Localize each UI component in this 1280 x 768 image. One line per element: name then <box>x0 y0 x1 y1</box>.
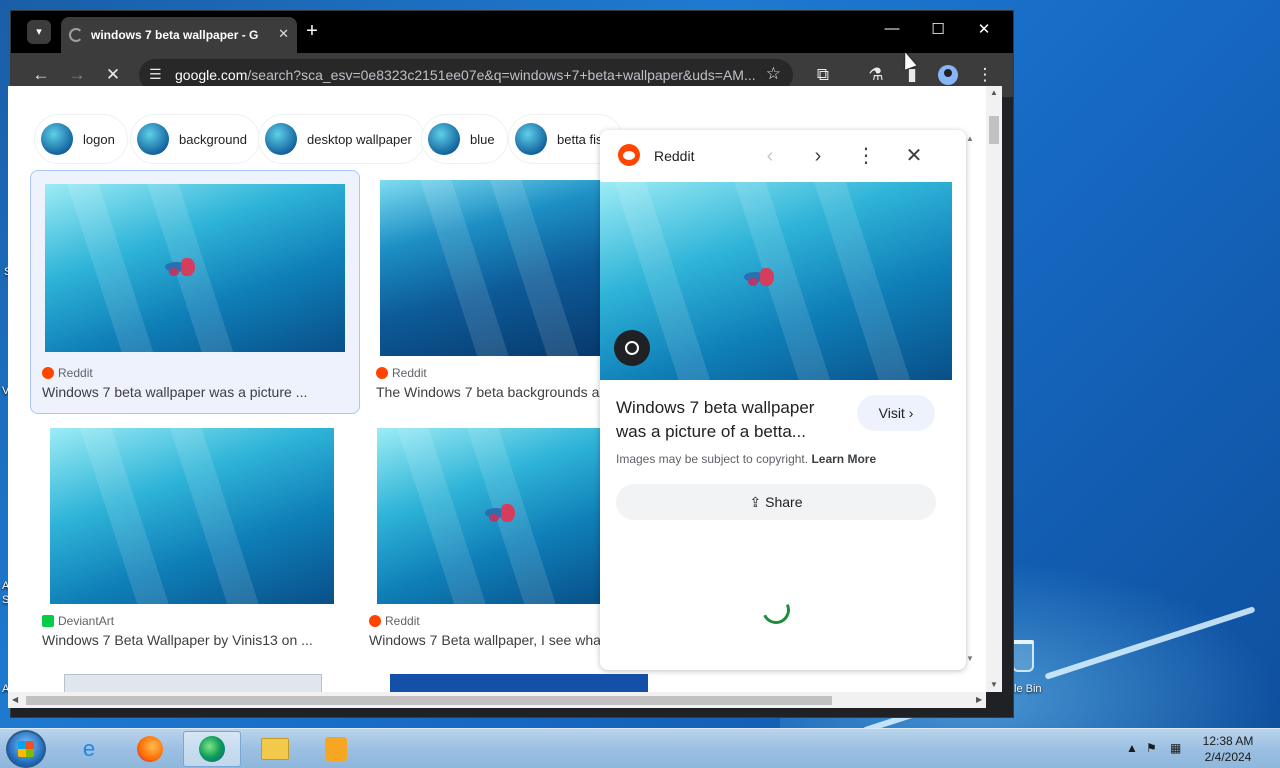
result-caption[interactable]: Windows 7 Beta Wallpaper by Vinis13 on .… <box>42 632 352 648</box>
file-explorer-icon[interactable] <box>246 731 304 767</box>
result-source-name: Reddit <box>58 366 93 380</box>
panel-preview-image[interactable] <box>600 182 952 380</box>
action-center-flag-icon[interactable]: ⚑ <box>1146 741 1157 755</box>
edge-icon[interactable] <box>183 731 241 767</box>
next-image-button[interactable]: › <box>804 142 832 170</box>
result-source-name: Reddit <box>392 366 427 380</box>
result-source-name: Reddit <box>385 614 420 628</box>
clock-time: 12:38 AM <box>1202 734 1254 748</box>
browser-tab[interactable]: windows 7 beta wallpaper - Go ✕ <box>61 17 297 53</box>
minimize-button[interactable]: — <box>877 20 907 37</box>
stop-loading-button[interactable]: ✕ <box>103 65 123 85</box>
windows-logo-icon <box>18 741 34 757</box>
tab-title: windows 7 beta wallpaper - Go <box>91 28 259 42</box>
result-source-name: DeviantArt <box>58 614 115 628</box>
reddit-logo-icon <box>376 367 388 379</box>
title-bar: ▾ windows 7 beta wallpaper - Go ✕ + — ☐ … <box>11 11 1013 53</box>
network-icon[interactable]: ▦ <box>1170 741 1181 755</box>
result-image[interactable] <box>380 180 602 356</box>
url-text[interactable]: google.com/search?sca_esv=0e8323c2151ee0… <box>175 67 763 83</box>
copyright-notice: Images may be subject to copyright. Lear… <box>616 452 876 466</box>
result-image-partial[interactable] <box>64 674 322 692</box>
scrollbar-thumb[interactable] <box>989 116 999 144</box>
page-vertical-scrollbar[interactable]: ▲ ▼ <box>986 86 1002 692</box>
chip-label: blue <box>470 131 495 147</box>
chip-thumbnail <box>515 123 547 155</box>
deviantart-logo-icon <box>42 615 54 627</box>
url-host: google.com <box>175 67 248 83</box>
forward-button[interactable]: → <box>67 65 87 85</box>
result-image[interactable] <box>377 428 603 604</box>
result-source[interactable]: Reddit <box>376 366 427 380</box>
betta-fish-graphic <box>157 256 197 278</box>
result-caption[interactable]: Windows 7 Beta wallpaper, I see wha <box>369 632 603 648</box>
result-caption[interactable]: Windows 7 beta wallpaper was a picture .… <box>42 384 352 400</box>
panel-source-name[interactable]: Reddit <box>654 148 694 164</box>
result-image-partial[interactable] <box>390 674 648 692</box>
internet-explorer-icon[interactable]: e <box>60 731 118 767</box>
recycle-bin-label[interactable]: le Bin <box>1014 683 1042 695</box>
share-button[interactable]: ⇪ Share <box>616 484 936 520</box>
visit-button[interactable]: Visit › <box>857 395 935 431</box>
result-source[interactable]: Reddit <box>369 614 420 628</box>
copyright-text: Images may be subject to copyright. <box>616 452 809 466</box>
firefox-icon[interactable] <box>121 731 179 767</box>
menu-kebab-icon[interactable]: ⋮ <box>975 65 995 85</box>
filter-chip-blue[interactable]: blue <box>421 114 508 164</box>
learn-more-link[interactable]: Learn More <box>811 452 876 466</box>
labs-flask-icon[interactable]: ⚗ <box>866 65 886 85</box>
result-source[interactable]: DeviantArt <box>42 614 114 628</box>
maximize-button[interactable]: ☐ <box>923 20 953 38</box>
result-image[interactable] <box>45 184 345 352</box>
new-tab-button[interactable]: + <box>301 20 323 42</box>
loading-spinner-icon <box>758 592 794 628</box>
taskbar: e ▲ ⚑ ▦ 12:38 AM 2/4/2024 <box>0 728 1280 768</box>
result-image[interactable] <box>50 428 334 604</box>
reddit-logo-icon <box>42 367 54 379</box>
tab-close-icon[interactable]: ✕ <box>278 26 289 42</box>
close-window-button[interactable]: ✕ <box>969 20 999 38</box>
chip-label: background <box>179 131 247 147</box>
media-player-icon[interactable] <box>307 731 365 767</box>
previous-image-button[interactable]: ‹ <box>756 142 784 170</box>
show-hidden-icons-icon[interactable]: ▲ <box>1126 741 1138 755</box>
close-panel-button[interactable]: ✕ <box>900 142 928 170</box>
tab-search-button[interactable]: ▾ <box>27 20 51 44</box>
chip-label: logon <box>83 131 115 147</box>
google-lens-icon[interactable] <box>614 330 650 366</box>
back-button[interactable]: ← <box>31 65 51 85</box>
chip-label: desktop wallpaper <box>307 131 412 147</box>
panel-image-title[interactable]: Windows 7 beta wallpaper was a picture o… <box>616 396 844 444</box>
filter-chip-desktop-wallpaper[interactable]: desktop wallpaper <box>258 114 425 164</box>
url-path: /search?sca_esv=0e8323c2151ee07e&q=windo… <box>247 67 756 83</box>
site-info-icon[interactable]: ☰ <box>149 66 162 83</box>
result-caption[interactable]: The Windows 7 beta backgrounds a <box>376 384 602 400</box>
chip-thumbnail <box>41 123 73 155</box>
image-preview-panel: Reddit ‹ › ⋮ ✕ Windows 7 beta wallpaper … <box>600 130 966 670</box>
clock-date: 2/4/2024 <box>1204 750 1252 764</box>
reddit-logo-icon <box>618 144 640 166</box>
chip-thumbnail <box>428 123 460 155</box>
result-source[interactable]: Reddit <box>42 366 93 380</box>
search-results-page: logon background desktop wallpaper blue … <box>8 86 986 692</box>
reddit-logo-icon <box>369 615 381 627</box>
start-button[interactable] <box>6 730 46 768</box>
more-options-button[interactable]: ⋮ <box>852 142 880 170</box>
system-clock[interactable]: 12:38 AM 2/4/2024 <box>1196 733 1260 765</box>
extensions-icon[interactable]: ⧉ <box>813 65 833 85</box>
profile-avatar-icon[interactable] <box>938 65 958 85</box>
panel-scrollbar[interactable]: ▲ ▼ <box>964 134 976 664</box>
page-horizontal-scrollbar[interactable]: ◀ ▶ <box>8 692 986 708</box>
chip-thumbnail <box>265 123 297 155</box>
loading-favicon-icon <box>69 28 83 42</box>
betta-fish-graphic <box>477 502 517 524</box>
filter-chip-background[interactable]: background <box>130 114 260 164</box>
betta-fish-graphic <box>736 266 776 288</box>
bookmark-star-icon[interactable]: ☆ <box>766 64 781 84</box>
filter-chip-logon[interactable]: logon <box>34 114 128 164</box>
scrollbar-thumb[interactable] <box>26 696 832 705</box>
chip-thumbnail <box>137 123 169 155</box>
